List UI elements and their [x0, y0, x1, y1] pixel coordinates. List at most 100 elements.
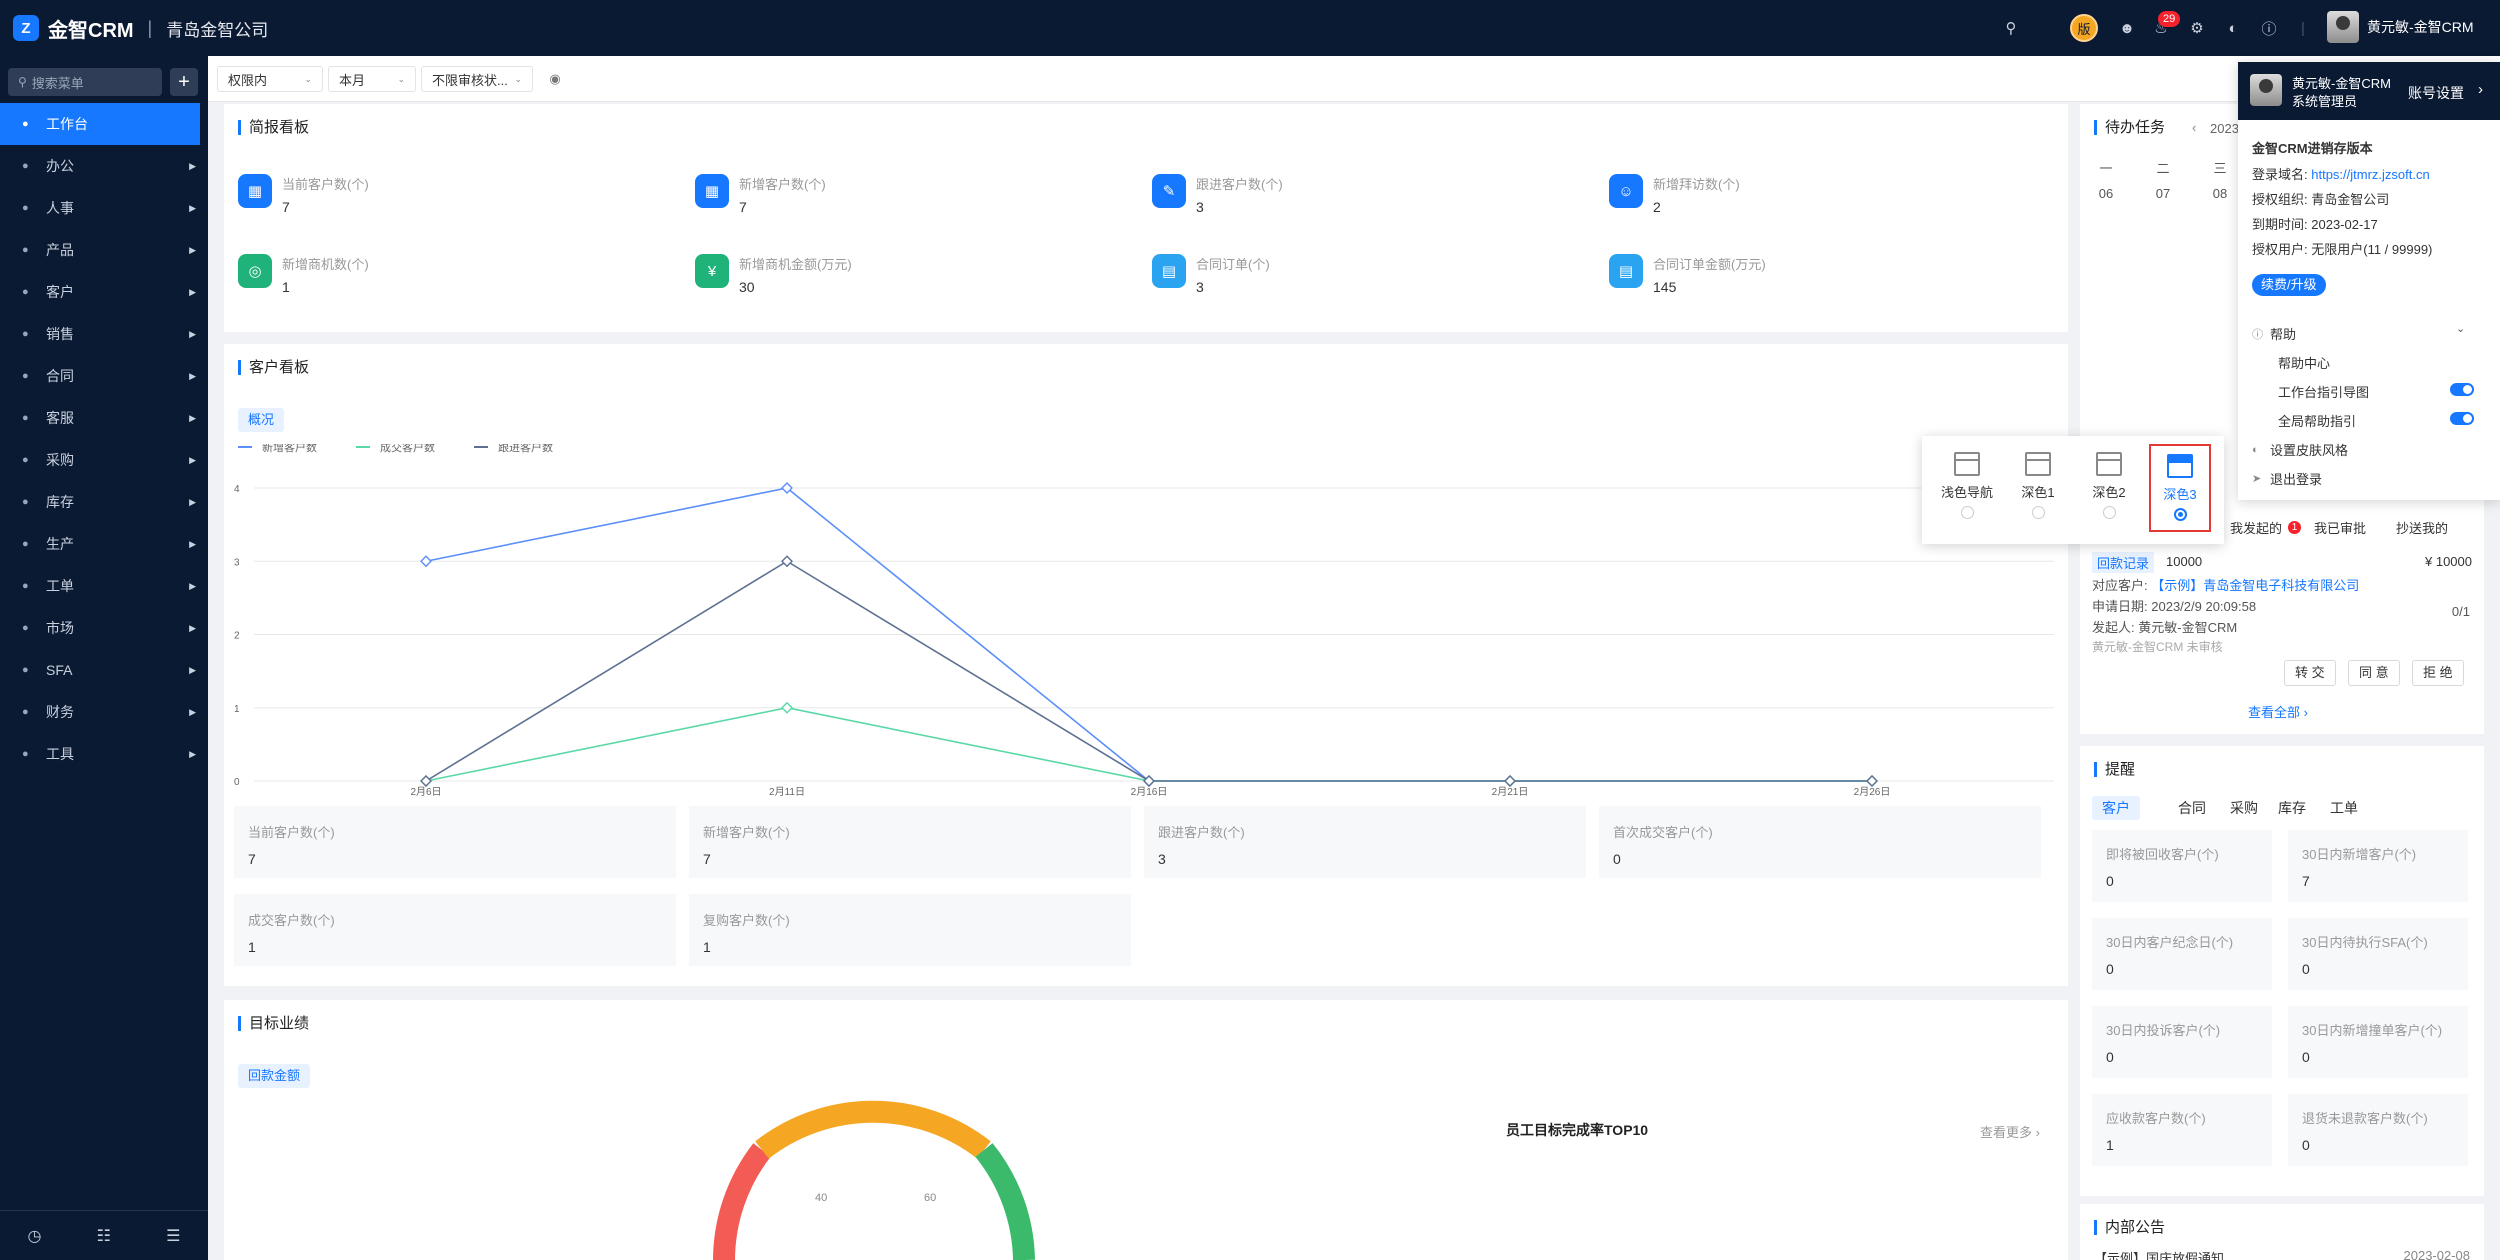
chevron-right-icon[interactable]: › [2478, 81, 2483, 98]
sidebar-item[interactable]: ● 客服 ▶ [0, 397, 208, 439]
skin-radio[interactable] [1960, 506, 1974, 519]
tab-approved[interactable]: 我已审批 [2314, 518, 2366, 537]
audit-select[interactable]: 不限审核状... ⌄ [421, 66, 533, 92]
calendar-day[interactable]: 07 [2151, 186, 2175, 201]
chevron-down-icon[interactable]: ⌄ [2456, 322, 2465, 335]
reminder-box[interactable]: 30日内新增客户(个) 7 [2288, 830, 2468, 902]
skin-option[interactable]: 浅色导航 [1936, 444, 1998, 532]
calendar-day[interactable]: 06 [2094, 186, 2118, 201]
global-help-toggle[interactable] [2450, 412, 2474, 425]
skin-option[interactable]: 深色2 [2078, 444, 2140, 532]
reminder-tab[interactable]: 工单 [2330, 798, 2358, 818]
guide-toggle[interactable] [2450, 383, 2474, 396]
view-all-link[interactable]: 查看全部 › [2248, 702, 2308, 721]
stat-item[interactable]: ▦ 当前客户数(个) 7 [238, 174, 369, 215]
skin-radio[interactable] [2031, 506, 2045, 519]
stat-item[interactable]: ▤ 合同订单(个) 3 [1152, 254, 1270, 295]
reminder-box[interactable]: 30日内投诉客户(个) 0 [2092, 1006, 2272, 1078]
layout-icon[interactable]: ☷ [97, 1226, 111, 1246]
help-label: 帮助 [2270, 327, 2297, 342]
customer-icon: ● [22, 286, 29, 298]
sidebar-item[interactable]: ● 产品 ▶ [0, 229, 208, 271]
reminder-box[interactable]: 30日内待执行SFA(个) 0 [2288, 918, 2468, 990]
sidebar-item[interactable]: ● 合同 ▶ [0, 355, 208, 397]
sidebar-item[interactable]: ● 人事 ▶ [0, 187, 208, 229]
logout-menu[interactable]: ➤ 退出登录 [2252, 469, 2322, 488]
collapse-icon[interactable]: ☰ [166, 1226, 180, 1246]
transfer-button[interactable]: 转 交 [2284, 660, 2336, 686]
calendar-day[interactable]: 08 [2208, 186, 2232, 201]
notice-item[interactable]: 【示例】国庆放假通知 [2094, 1248, 2224, 1260]
upgrade-button[interactable]: 续费/升级 [2252, 274, 2326, 296]
sidebar-item-label: 库存 [46, 494, 74, 510]
stat-item[interactable]: ▦ 新增客户数(个) 7 [695, 174, 826, 215]
reminder-tab[interactable]: 客户 [2092, 796, 2140, 820]
sidebar-item[interactable]: ● 工具 ▶ [0, 733, 208, 775]
period-select[interactable]: 本月 ⌄ [328, 66, 416, 92]
history-icon[interactable]: ◷ [28, 1226, 42, 1246]
domain-link[interactable]: https://jtmrz.jzsoft.cn [2311, 167, 2429, 182]
reminder-tab[interactable]: 库存 [2278, 798, 2306, 818]
sidebar-item[interactable]: ● 工单 ▶ [0, 565, 208, 607]
sidebar-item[interactable]: ● 工作台 [0, 103, 200, 145]
account-settings-link[interactable]: 账号设置 [2408, 83, 2464, 103]
caret-right-icon: ▶ [189, 496, 196, 507]
version-icon[interactable]: 版 [2070, 14, 2098, 42]
contacts-icon[interactable]: ☻ [2116, 17, 2138, 39]
reminder-tab[interactable]: 采购 [2230, 798, 2258, 818]
stat-label: 新增客户数(个) [739, 177, 826, 192]
skin-option[interactable]: 深色3 [2149, 444, 2211, 532]
search-icon[interactable]: ⚲ [2000, 17, 2022, 39]
sidebar-item[interactable]: ● 生产 ▶ [0, 523, 208, 565]
stat-item[interactable]: ☺ 新增拜访数(个) 2 [1609, 174, 1740, 215]
stat-item[interactable]: ✎ 跟进客户数(个) 3 [1152, 174, 1283, 215]
tab-my-initiated[interactable]: 我发起的 1 [2230, 518, 2302, 537]
skin-option-label: 深色1 [2021, 485, 2055, 500]
user-menu[interactable]: 黄元敏-金智CRM [2327, 11, 2474, 43]
reminder-box[interactable]: 30日内新增撞单客户(个) 0 [2288, 1006, 2468, 1078]
refresh-icon[interactable]: ◉ [544, 68, 566, 90]
menu-search-input[interactable]: ⚲ 搜索菜单 [8, 68, 162, 96]
skin-radio[interactable] [2102, 506, 2116, 519]
palette-icon: ◐ [2252, 443, 2259, 456]
sidebar-item[interactable]: ● 市场 ▶ [0, 607, 208, 649]
sidebar-item[interactable]: ● 采购 ▶ [0, 439, 208, 481]
reminder-box[interactable]: 退货未退款客户数(个) 0 [2288, 1094, 2468, 1166]
sidebar-item[interactable]: ● 库存 ▶ [0, 481, 208, 523]
sidebar-item[interactable]: ● 财务 ▶ [0, 691, 208, 733]
stat-item[interactable]: ¥ 新增商机金额(万元) 30 [695, 254, 852, 295]
add-button[interactable]: + [170, 68, 198, 96]
reminder-tab[interactable]: 合同 [2178, 798, 2206, 818]
tab-overview[interactable]: 概况 [238, 408, 285, 432]
stat-item[interactable]: ▤ 合同订单金额(万元) 145 [1609, 254, 1766, 295]
sidebar-item[interactable]: ● 销售 ▶ [0, 313, 208, 355]
skin-radio[interactable] [2173, 508, 2187, 521]
approve-button[interactable]: 同 意 [2348, 660, 2400, 686]
customer-stat-box: 成交客户数(个) 1 [234, 894, 676, 966]
sidebar-item[interactable]: ● 客户 ▶ [0, 271, 208, 313]
skin-setting-menu[interactable]: ◐ 设置皮肤风格 [2252, 440, 2348, 459]
app-logo[interactable]: Z 金智CRM | 青岛金智公司 [13, 14, 268, 42]
skin-option[interactable]: 深色1 [2007, 444, 2069, 532]
logo-separator: | [147, 17, 153, 38]
help-menu[interactable]: ⓘ 帮助 [2252, 324, 2296, 343]
sidebar-item[interactable]: ● SFA ▶ [0, 649, 208, 691]
settings-icon[interactable]: ⚙ [2186, 17, 2208, 39]
chevron-left-icon[interactable]: ‹ [2192, 120, 2196, 135]
help-center-link[interactable]: 帮助中心 [2278, 353, 2330, 372]
layout-icon [2096, 452, 2122, 476]
tab-cc[interactable]: 抄送我的 [2396, 518, 2448, 537]
series-line [425, 560, 1872, 782]
scope-select[interactable]: 权限内 ⌄ [217, 66, 323, 92]
reminder-box[interactable]: 即将被回收客户(个) 0 [2092, 830, 2272, 902]
help-icon[interactable]: ⓘ [2258, 17, 2280, 39]
reminder-box[interactable]: 应收款客户数(个) 1 [2092, 1094, 2272, 1166]
audit-value: 不限审核状... [432, 72, 508, 88]
customer-link[interactable]: 【示例】青岛金智电子科技有限公司 [2151, 578, 2359, 593]
theme-icon[interactable]: ◐ [2222, 17, 2244, 39]
sidebar-item-label: 合同 [46, 368, 74, 384]
sidebar-item[interactable]: ● 办公 ▶ [0, 145, 208, 187]
reminder-box[interactable]: 30日内客户纪念日(个) 0 [2092, 918, 2272, 990]
stat-item[interactable]: ◎ 新增商机数(个) 1 [238, 254, 369, 295]
reject-button[interactable]: 拒 绝 [2412, 660, 2464, 686]
